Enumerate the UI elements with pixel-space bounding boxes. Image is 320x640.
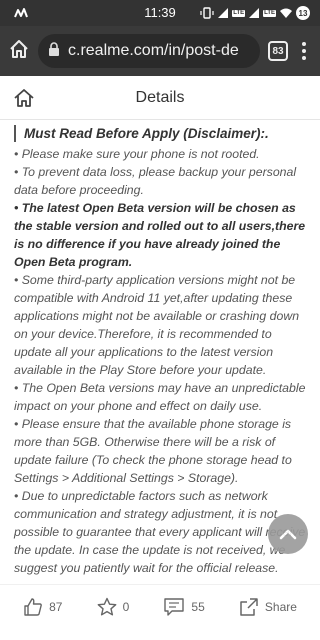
disclaimer-heading: Must Read Before Apply (Disclaimer):. — [24, 126, 269, 141]
paragraph: • To prevent data loss, please backup yo… — [14, 165, 297, 197]
paragraph: • Due to unpredictable factors such as n… — [14, 489, 306, 575]
comment-button[interactable]: 55 — [163, 597, 205, 617]
disclaimer-heading-row: Must Read Before Apply (Disclaimer):. — [14, 125, 306, 142]
chevron-up-icon — [279, 529, 297, 540]
paragraph: • Some third-party application versions … — [14, 273, 300, 377]
status-icons: LTE LTE 13 — [200, 6, 310, 20]
like-button[interactable]: 87 — [23, 597, 62, 617]
address-bar[interactable]: c.realme.com/in/post-de — [38, 34, 260, 68]
paragraph: • Please ensure that the available phone… — [14, 417, 292, 485]
page-title: Details — [135, 88, 185, 106]
star-icon — [97, 597, 117, 617]
paragraph: • The latest Open Beta version will be c… — [14, 201, 306, 269]
share-button[interactable]: Share — [239, 597, 297, 617]
scroll-to-top-button[interactable] — [268, 514, 308, 554]
home-icon[interactable] — [12, 86, 36, 110]
activity-icon — [14, 7, 30, 19]
share-icon — [239, 597, 259, 617]
signal-icon — [218, 8, 229, 18]
lte-badge: LTE — [263, 9, 276, 17]
share-label: Share — [264, 599, 297, 614]
post-action-bar: 87 0 55 Share — [0, 584, 320, 628]
paragraph: • Please make sure your phone is not roo… — [14, 147, 260, 161]
url-text: c.realme.com/in/post-de — [68, 42, 239, 59]
lock-icon — [48, 41, 60, 61]
lte-badge: LTE — [232, 9, 246, 17]
thumbs-up-icon — [23, 597, 43, 617]
signal-icon — [249, 8, 260, 18]
heading-accent-bar — [14, 125, 16, 142]
like-count: 87 — [49, 599, 63, 614]
comment-count: 55 — [191, 599, 205, 614]
post-content: Must Read Before Apply (Disclaimer):. • … — [0, 121, 320, 583]
browser-toolbar: c.realme.com/in/post-de 83 — [0, 26, 320, 76]
star-count: 0 — [122, 599, 130, 614]
home-icon[interactable] — [8, 38, 30, 65]
tab-switcher-button[interactable]: 83 — [268, 41, 288, 61]
vibrate-icon — [200, 7, 214, 19]
star-button[interactable]: 0 — [97, 597, 130, 617]
status-bar: LTE LTE 13 — [0, 0, 320, 26]
page-header: Details — [0, 76, 320, 120]
wifi-icon — [280, 8, 292, 18]
comment-icon — [163, 597, 185, 617]
overflow-menu-icon[interactable] — [296, 42, 312, 60]
bottom-spacer — [0, 628, 320, 640]
battery-icon: 13 — [296, 6, 310, 20]
paragraph: • The Open Beta versions may have an unp… — [14, 381, 306, 413]
